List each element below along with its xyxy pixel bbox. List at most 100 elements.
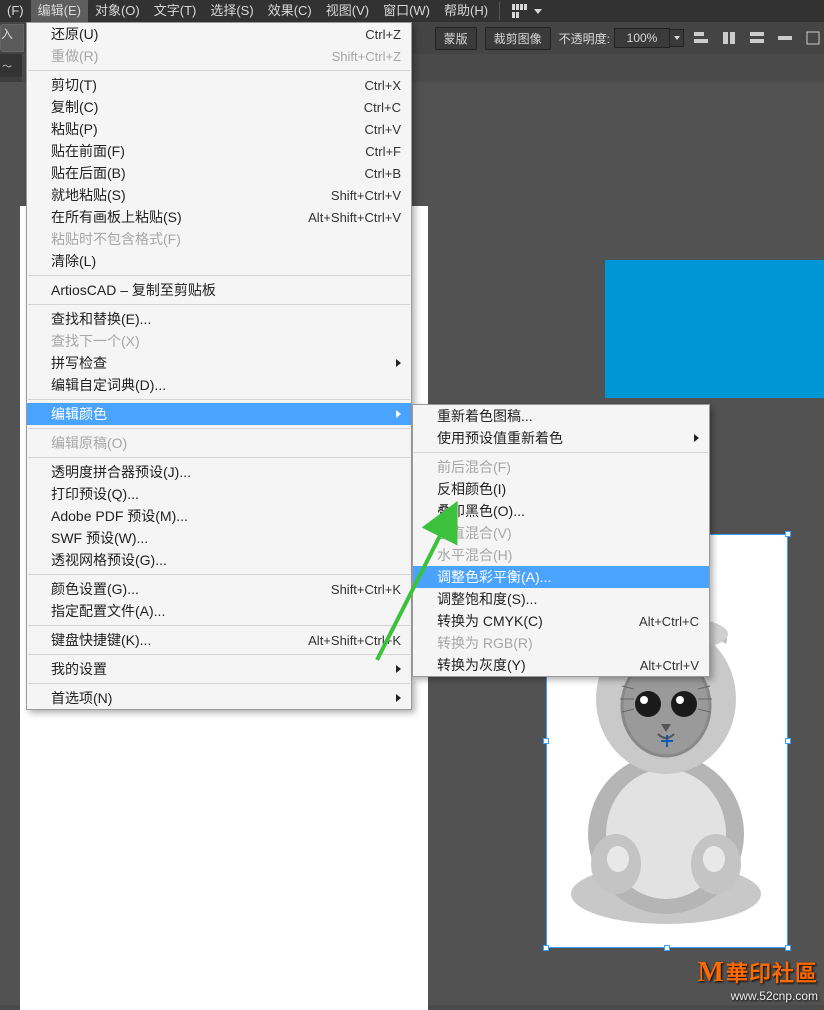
edit-menu-item-27[interactable]: SWF 预设(W)... — [27, 527, 411, 549]
edit-menu-item-label: 查找和替换(E)... — [51, 309, 401, 329]
edit-menu-item-20[interactable]: 编辑颜色 — [27, 403, 411, 425]
color-submenu-item-10[interactable]: 转换为 CMYK(C)Alt+Ctrl+C — [413, 610, 709, 632]
opacity-label: 不透明度: — [559, 30, 610, 47]
color-submenu-item-label: 转换为 CMYK(C) — [437, 611, 639, 631]
menu-shortcut: Shift+Ctrl+K — [331, 582, 401, 597]
menu-object[interactable]: 对象(O) — [88, 0, 147, 22]
align-button-2[interactable] — [718, 27, 740, 49]
edit-menu-item-label: 查找下一个(X) — [51, 331, 401, 351]
edit-menu-item-label: ArtiosCAD – 复制至剪贴板 — [51, 280, 401, 300]
selection-handle-mid-right[interactable] — [785, 738, 791, 744]
menu-shortcut: Alt+Shift+Ctrl+K — [308, 633, 401, 648]
edit-menu-item-22: 编辑原稿(O) — [27, 432, 411, 454]
color-submenu-item-label: 垂直混合(V) — [437, 523, 699, 543]
edit-menu-item-label: 粘贴(P) — [51, 119, 365, 139]
selection-handle-mid-left[interactable] — [543, 738, 549, 744]
menu-file[interactable]: (F) — [0, 0, 31, 22]
selection-handle-top-right[interactable] — [785, 531, 791, 537]
edit-menu-item-5[interactable]: 粘贴(P)Ctrl+V — [27, 118, 411, 140]
edit-menu-dropdown[interactable]: 还原(U)Ctrl+Z重做(R)Shift+Ctrl+Z 剪切(T)Ctrl+X复… — [26, 22, 412, 710]
edit-menu-item-35[interactable]: 我的设置 — [27, 658, 411, 680]
menubar-separator — [499, 2, 500, 20]
menu-effect[interactable]: 效果(C) — [261, 0, 319, 22]
edit-menu-item-label: 清除(L) — [51, 251, 401, 271]
selection-handle-bottom-right[interactable] — [785, 945, 791, 951]
edit-menu-item-25[interactable]: 打印预设(Q)... — [27, 483, 411, 505]
submenu-arrow-icon — [396, 359, 401, 367]
edit-menu-item-13[interactable]: ArtiosCAD – 复制至剪贴板 — [27, 279, 411, 301]
edit-menu-item-26[interactable]: Adobe PDF 预设(M)... — [27, 505, 411, 527]
edit-menu-separator — [28, 70, 410, 71]
color-submenu-item-label: 转换为灰度(Y) — [437, 655, 640, 675]
edit-menu-item-28[interactable]: 透视网格预设(G)... — [27, 549, 411, 571]
opacity-input[interactable]: 100% — [614, 28, 670, 48]
selection-handle-bottom-mid[interactable] — [664, 945, 670, 951]
edit-menu-item-7[interactable]: 贴在后面(B)Ctrl+B — [27, 162, 411, 184]
color-submenu-item-4[interactable]: 反相颜色(I) — [413, 478, 709, 500]
color-submenu-item-label: 重新着色图稿... — [437, 406, 699, 426]
edit-menu-item-label: 我的设置 — [51, 659, 390, 679]
menu-view[interactable]: 视图(V) — [319, 0, 376, 22]
edit-menu-item-16: 查找下一个(X) — [27, 330, 411, 352]
blue-rectangle-object[interactable] — [605, 260, 824, 398]
color-submenu-item-9[interactable]: 调整饱和度(S)... — [413, 588, 709, 610]
color-submenu-separator — [414, 452, 708, 453]
submenu-arrow-icon — [396, 665, 401, 673]
menu-select[interactable]: 选择(S) — [203, 0, 260, 22]
color-submenu-item-1[interactable]: 使用预设值重新着色 — [413, 427, 709, 449]
edit-menu-item-label: 颜色设置(G)... — [51, 579, 331, 599]
edit-menu-item-label: 指定配置文件(A)... — [51, 601, 401, 621]
edit-menu-separator — [28, 625, 410, 626]
opacity-dropdown[interactable] — [670, 29, 684, 47]
menu-edit[interactable]: 编辑(E) — [31, 0, 88, 22]
menu-type[interactable]: 文字(T) — [147, 0, 204, 22]
edit-menu-item-18[interactable]: 编辑自定词典(D)... — [27, 374, 411, 396]
edit-menu-item-30[interactable]: 颜色设置(G)...Shift+Ctrl+K — [27, 578, 411, 600]
edit-menu-item-label: 还原(U) — [51, 24, 365, 44]
edit-menu-item-9[interactable]: 在所有画板上粘贴(S)Alt+Shift+Ctrl+V — [27, 206, 411, 228]
edit-menu-separator — [28, 399, 410, 400]
chevron-down-icon — [534, 9, 542, 14]
color-submenu-item-11: 转换为 RGB(R) — [413, 632, 709, 654]
edit-menu-item-0[interactable]: 还原(U)Ctrl+Z — [27, 23, 411, 45]
color-submenu-item-7: 水平混合(H) — [413, 544, 709, 566]
menu-shortcut: Ctrl+C — [364, 100, 401, 115]
workspace-switcher-icon[interactable] — [512, 4, 530, 18]
edit-menu-item-4[interactable]: 复制(C)Ctrl+C — [27, 96, 411, 118]
edit-menu-item-31[interactable]: 指定配置文件(A)... — [27, 600, 411, 622]
watermark: M華印社區 www.52cnp.com — [698, 956, 818, 1003]
align-button-4[interactable] — [774, 27, 796, 49]
ruler-fragment: ～ — [0, 54, 22, 77]
color-submenu-item-8[interactable]: 调整色彩平衡(A)... — [413, 566, 709, 588]
edit-menu-item-label: 透视网格预设(G)... — [51, 550, 401, 570]
edit-menu-item-24[interactable]: 透明度拼合器预设(J)... — [27, 461, 411, 483]
menubar[interactable]: (F) 编辑(E) 对象(O) 文字(T) 选择(S) 效果(C) 视图(V) … — [0, 0, 824, 22]
edit-menu-separator — [28, 654, 410, 655]
align-button-3[interactable] — [746, 27, 768, 49]
menu-window[interactable]: 窗口(W) — [376, 0, 437, 22]
align-button-5[interactable] — [802, 27, 824, 49]
submenu-arrow-icon — [694, 434, 699, 442]
menu-shortcut: Alt+Ctrl+C — [639, 614, 699, 629]
color-submenu-item-5[interactable]: 叠印黑色(O)... — [413, 500, 709, 522]
selection-handle-bottom-left[interactable] — [543, 945, 549, 951]
edit-menu-item-8[interactable]: 就地粘贴(S)Shift+Ctrl+V — [27, 184, 411, 206]
edit-menu-item-17[interactable]: 拼写检查 — [27, 352, 411, 374]
edit-menu-item-15[interactable]: 查找和替换(E)... — [27, 308, 411, 330]
mask-button[interactable]: 蒙版 — [435, 27, 477, 50]
crop-image-button[interactable]: 裁剪图像 — [485, 27, 551, 50]
align-button-1[interactable] — [690, 27, 712, 49]
selection-center-icon — [661, 735, 673, 747]
edit-menu-item-1: 重做(R)Shift+Ctrl+Z — [27, 45, 411, 67]
color-submenu-item-0[interactable]: 重新着色图稿... — [413, 405, 709, 427]
option-bar-embed-fragment[interactable]: 入 — [0, 24, 24, 52]
edit-menu-item-label: Adobe PDF 预设(M)... — [51, 506, 401, 526]
color-submenu-item-12[interactable]: 转换为灰度(Y)Alt+Ctrl+V — [413, 654, 709, 676]
menu-help[interactable]: 帮助(H) — [437, 0, 495, 22]
edit-menu-item-37[interactable]: 首选项(N) — [27, 687, 411, 709]
edit-colors-submenu[interactable]: 重新着色图稿...使用预设值重新着色前后混合(F)反相颜色(I)叠印黑色(O).… — [412, 404, 710, 677]
edit-menu-item-3[interactable]: 剪切(T)Ctrl+X — [27, 74, 411, 96]
edit-menu-item-6[interactable]: 贴在前面(F)Ctrl+F — [27, 140, 411, 162]
edit-menu-item-33[interactable]: 键盘快捷键(K)...Alt+Shift+Ctrl+K — [27, 629, 411, 651]
edit-menu-item-11[interactable]: 清除(L) — [27, 250, 411, 272]
